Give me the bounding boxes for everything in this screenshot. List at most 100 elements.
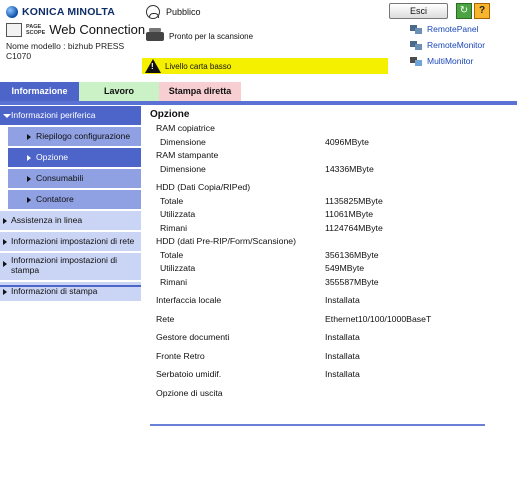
sidebar-item-contatore[interactable]: Contatore (8, 190, 141, 209)
scanner-status: Pronto per la scansione (146, 28, 254, 41)
hdd-copia-title-row: HDD (Dati Copia/RIPed) (150, 182, 485, 196)
konica-brand-text: KONICA MINOLTA (22, 6, 116, 18)
multi-monitor-icon (410, 56, 422, 66)
help-icon[interactable]: ? (474, 3, 490, 19)
hdd-copia-rimani-row: Rimani 1124764MByte (150, 223, 485, 237)
chevron-right-icon (27, 155, 31, 161)
chevron-right-icon (3, 218, 7, 224)
sidebar-item-assistenza[interactable]: Assistenza in linea (0, 211, 141, 230)
logout-button[interactable]: Esci (389, 3, 448, 19)
rimani-label: Rimani (160, 276, 188, 287)
chevron-right-icon (3, 289, 7, 295)
opzione-uscita-row: Opzione di uscita (150, 388, 485, 402)
tool-multi-monitor-label: MultiMonitor (427, 56, 474, 66)
hdd-copia-title: HDD (Dati Copia/RIPed) (156, 182, 251, 192)
sidebar-item-label: Informazioni periferica (11, 110, 96, 120)
user-label: Pubblico (166, 7, 201, 17)
ram-copiatrice-row: RAM copiatrice (150, 123, 485, 137)
scanner-icon (146, 28, 164, 41)
utilizzata-label: Utilizzata (160, 209, 196, 219)
warning-status-text: Livello carta basso (165, 61, 232, 71)
interfaccia-locale-row: Interfaccia locale Installata (150, 295, 485, 309)
ram-stampante-dimensione-row: Dimensione 14336MByte (150, 164, 485, 178)
tool-multi-monitor[interactable]: MultiMonitor (410, 56, 485, 66)
interfaccia-locale-label: Interfaccia locale (156, 295, 222, 305)
scanner-status-text: Pronto per la scansione (169, 32, 254, 41)
hdd-prerip-utilizzata-row: Utilizzata 549MByte (150, 263, 485, 277)
sidebar-item-consumabili[interactable]: Consumabili (8, 169, 141, 188)
sidebar-item-info-stampa[interactable]: Informazioni impostazioni di stampa (0, 253, 141, 280)
gestore-documenti-row: Gestore documenti Installata (150, 332, 485, 346)
pagescope-badge-icon (6, 22, 22, 37)
sidebar-item-info-rete[interactable]: Informazioni impostazioni di rete (0, 232, 141, 251)
ram-stampante-row: RAM stampante (150, 150, 485, 164)
gestore-documenti-label: Gestore documenti (156, 332, 230, 342)
sidebar-item-label-line1: Informazioni impostazioni di (11, 255, 118, 265)
tab-divider (0, 101, 517, 105)
ram-stampante-label: RAM stampante (156, 150, 219, 160)
fronte-retro-label: Fronte Retro (156, 350, 205, 361)
sidebar-item-label-line2: stampa (11, 265, 40, 275)
hdd-prerip-rimani-row: Rimani 355587MByte (150, 277, 485, 291)
sidebar-item-riepilogo-configurazione[interactable]: Riepilogo configurazione (8, 127, 141, 146)
hdd-prerip-utilizzata-value: 549MByte (325, 263, 365, 273)
rete-label: Rete (156, 313, 175, 324)
hdd-prerip-totale-row: Totale 356136MByte (150, 250, 485, 264)
ram-copiatrice-dimensione-row: Dimensione 4096MByte (150, 137, 485, 151)
hdd-prerip-title: HDD (dati Pre-RIP/Form/Scansione) (156, 236, 297, 246)
sidebar-bottom-line (0, 285, 141, 287)
ram-copiatrice-value: 4096MByte (325, 136, 369, 147)
hdd-copia-utilizzata-value: 11061MByte (325, 209, 374, 219)
tab-stampa-diretta[interactable]: Stampa diretta (159, 82, 241, 101)
fronte-retro-value: Installata (325, 350, 360, 361)
pagescope-logo: PAGE SCOPE Web Connection (6, 22, 145, 37)
remote-monitor-icon (410, 40, 422, 50)
user-info: Pubblico (146, 5, 201, 19)
gestore-documenti-value: Installata (325, 332, 360, 342)
chevron-right-icon (27, 134, 31, 140)
remote-panel-icon (410, 24, 422, 34)
model-info: Nome modello : bizhub PRESS C1070 (6, 41, 124, 61)
ram-stampante-value: 14336MByte (325, 163, 374, 174)
tool-remote-panel[interactable]: RemotePanel (410, 24, 485, 34)
tool-remote-monitor-label: RemoteMonitor (427, 40, 486, 50)
warning-icon (145, 59, 161, 73)
refresh-icon[interactable]: ↻ (456, 3, 472, 19)
sidebar-item-label: Opzione (36, 152, 69, 162)
sidebar-item-label: Informazioni di stampa (11, 286, 98, 296)
model-value: C1070 (6, 51, 32, 61)
sidebar-item-opzione[interactable]: Opzione (8, 148, 141, 167)
sidebar-item-label: Informazioni impostazioni di rete (11, 236, 135, 246)
dimensione-label: Dimensione (160, 163, 206, 174)
konica-minolta-logo: KONICA MINOLTA (6, 6, 115, 18)
hdd-copia-totale-row: Totale 1135825MByte (150, 196, 485, 210)
tool-remote-panel-label: RemotePanel (427, 24, 479, 34)
model-label: Nome modello : bizhub PRESS (6, 41, 125, 51)
serbatoio-row: Serbatoio umidif. Installata (150, 369, 485, 383)
content-panel: Opzione RAM copiatrice Dimensione 4096MB… (150, 109, 485, 401)
sidebar-item-label: Riepilogo configurazione (36, 131, 131, 141)
sidebar-item-label: Contatore (36, 194, 74, 204)
content-bottom-line (150, 424, 485, 426)
user-icon (146, 5, 160, 19)
fronte-retro-row: Fronte Retro Installata (150, 351, 485, 365)
remote-tools: RemotePanel RemoteMonitor MultiMonitor (410, 24, 485, 66)
sidebar-item-informazioni-periferica[interactable]: Informazioni periferica (0, 106, 141, 125)
serbatoio-label: Serbatoio umidif. (156, 369, 222, 379)
tab-informazione[interactable]: Informazione (0, 82, 79, 101)
hdd-prerip-rimani-value: 355587MByte (325, 276, 379, 287)
serbatoio-value: Installata (325, 369, 360, 379)
tool-remote-monitor[interactable]: RemoteMonitor (410, 40, 485, 50)
konica-globe-icon (6, 6, 18, 18)
sidebar: Informazioni periferica Riepilogo config… (0, 106, 141, 303)
chevron-right-icon (27, 176, 31, 182)
pagescope-text: PAGE SCOPE (26, 23, 46, 36)
chevron-right-icon (3, 261, 7, 267)
hdd-copia-totale-value: 1135825MByte (325, 195, 383, 206)
rete-row: Rete Ethernet10/100/1000BaseT (150, 314, 485, 328)
dimensione-label: Dimensione (160, 136, 206, 147)
sidebar-item-label: Assistenza in linea (11, 215, 83, 225)
chevron-down-icon (3, 114, 11, 118)
utilizzata-label: Utilizzata (160, 263, 196, 273)
tab-lavoro[interactable]: Lavoro (79, 82, 159, 101)
